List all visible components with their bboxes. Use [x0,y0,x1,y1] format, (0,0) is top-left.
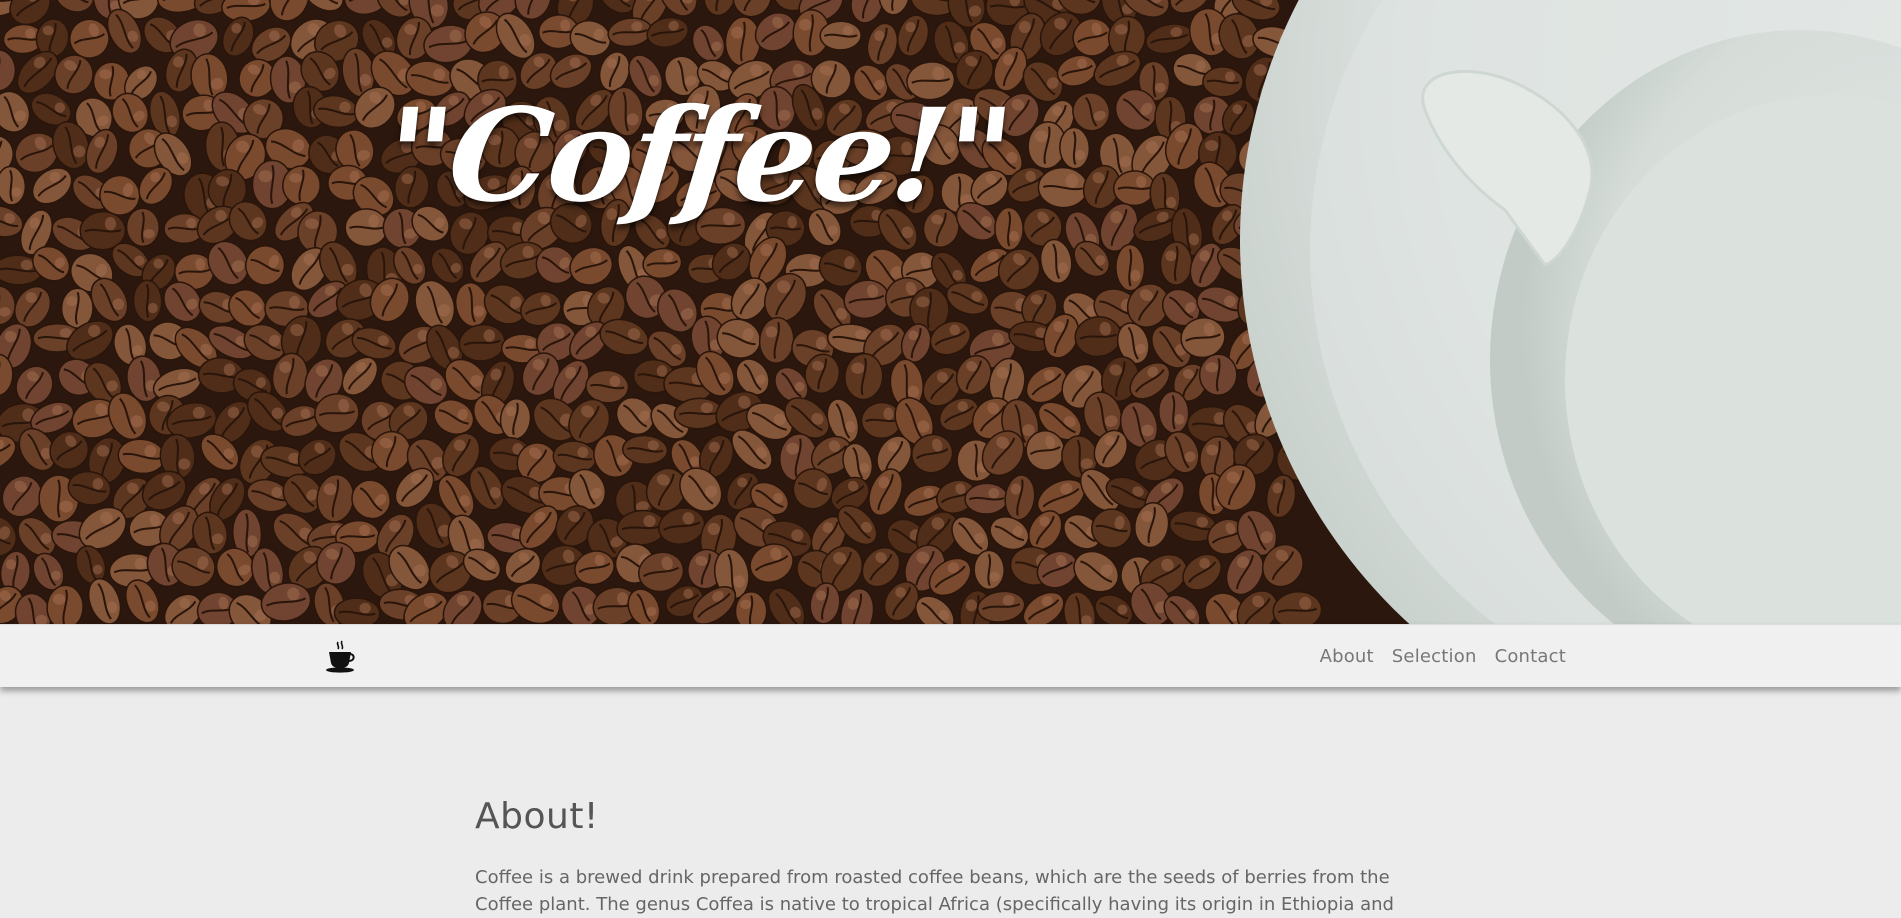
about-section: About! Coffee is a brewed drink prepared… [475,795,1395,918]
nav-link-contact[interactable]: Contact [1495,646,1566,667]
nav-link-about[interactable]: About [1320,646,1374,667]
hero-title: "Coffee!" [378,80,1017,234]
coffee-cup-icon[interactable] [324,640,358,674]
about-text: Coffee is a brewed drink prepared from r… [475,864,1395,918]
about-heading: About! [475,795,1395,838]
nav-link-selection[interactable]: Selection [1392,646,1477,667]
hero-banner: "Coffee!" [0,0,1901,624]
nav-links: About Selection Contact [1320,625,1566,687]
navbar: About Selection Contact [0,624,1901,687]
